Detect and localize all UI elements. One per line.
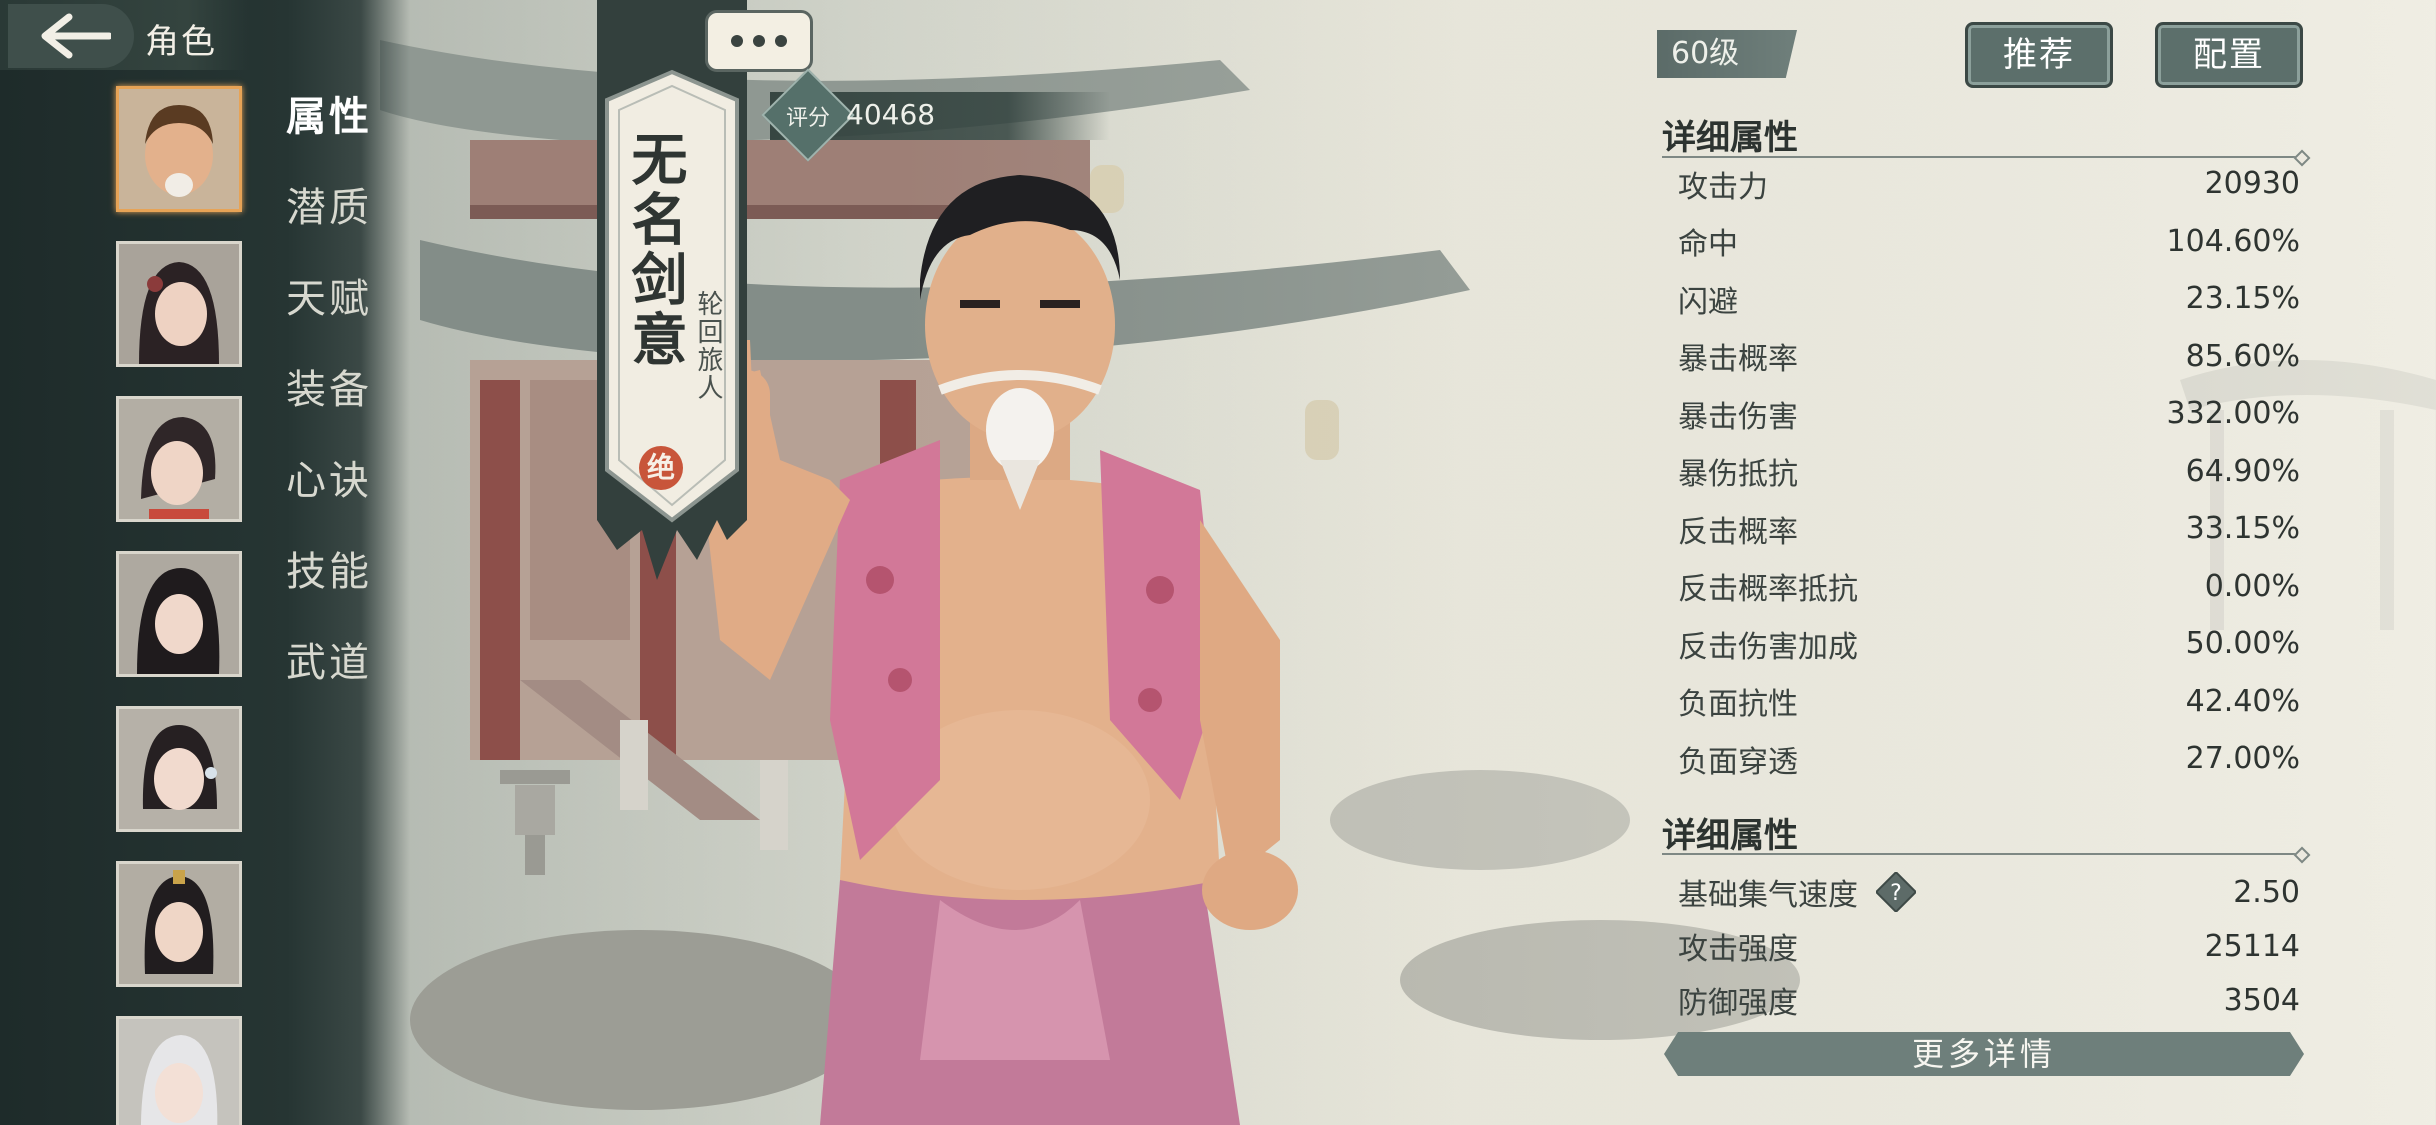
menu-item-skills[interactable]: 技能 bbox=[286, 547, 372, 638]
character-illustration bbox=[700, 175, 1298, 1125]
back-arrow-icon bbox=[41, 13, 111, 59]
character-portrait-4[interactable] bbox=[116, 551, 242, 677]
female-character-avatar-icon bbox=[119, 1019, 239, 1125]
ellipsis-icon bbox=[775, 35, 787, 47]
stat-value: 33.15% bbox=[2185, 511, 2300, 547]
svg-text:?: ? bbox=[1890, 881, 1902, 906]
stat-value: 20930 bbox=[2204, 166, 2300, 202]
stat-name: 负面抗性 bbox=[1678, 687, 1798, 723]
stat-name: 攻击强度 bbox=[1678, 932, 1798, 967]
stat-value: 85.60% bbox=[2185, 338, 2300, 374]
stat-value: 0.00% bbox=[2204, 568, 2300, 604]
character-portrait-7[interactable] bbox=[116, 1016, 242, 1125]
score-value: 40468 bbox=[846, 98, 936, 131]
male-character-avatar-icon bbox=[119, 864, 239, 984]
stat-name: 闪避 bbox=[1678, 284, 1738, 320]
menu-item-talent[interactable]: 天赋 bbox=[286, 274, 372, 365]
character-menu: 属性 潜质 天赋 装备 心诀 技能 武道 bbox=[286, 92, 372, 729]
stat-row: 闪避 23.15% bbox=[1662, 270, 2304, 328]
male-character-avatar-icon bbox=[119, 89, 239, 209]
recommend-button[interactable]: 推荐 bbox=[1965, 22, 2113, 88]
stat-row: 暴击概率 85.60% bbox=[1662, 328, 2304, 386]
ellipsis-icon bbox=[731, 35, 743, 47]
score-label: 评分 bbox=[785, 106, 830, 131]
chat-bubble-button[interactable] bbox=[705, 10, 813, 72]
stat-name: 反击伤害加成 bbox=[1678, 629, 1858, 665]
menu-item-mind-art[interactable]: 心诀 bbox=[286, 456, 372, 547]
stat-name: 攻击力 bbox=[1678, 169, 1768, 205]
section-title-detail-attributes-2: 详细属性 bbox=[1662, 816, 1798, 856]
female-character-avatar-icon bbox=[119, 399, 239, 519]
stat-name: 负面穿透 bbox=[1678, 744, 1798, 780]
stat-name: 防御强度 bbox=[1678, 986, 1798, 1021]
ellipsis-icon bbox=[753, 35, 765, 47]
stat-list-2: 基础集气速度 ? 2.50 攻击强度 25114 防御强度 3504 bbox=[1662, 865, 2304, 1027]
stat-name: 暴击概率 bbox=[1678, 342, 1798, 378]
character-portrait-2[interactable] bbox=[116, 241, 242, 367]
character-title: 轮回旅人 bbox=[693, 290, 723, 402]
character-portrait-1[interactable] bbox=[116, 86, 242, 212]
character-name: 无名剑意 bbox=[622, 130, 688, 370]
stat-value: 3504 bbox=[2223, 982, 2300, 1018]
stat-value: 23.15% bbox=[2185, 281, 2300, 317]
character-list bbox=[116, 86, 242, 1125]
stat-row: 攻击力 20930 bbox=[1662, 155, 2304, 213]
character-portrait-5[interactable] bbox=[116, 706, 242, 832]
stat-list: 攻击力 20930 命中 104.60% 闪避 23.15% 暴击概率 85.6… bbox=[1662, 155, 2304, 788]
female-character-avatar-icon bbox=[119, 244, 239, 364]
stat-row: 反击伤害加成 50.00% bbox=[1662, 615, 2304, 673]
character-portrait-6[interactable] bbox=[116, 861, 242, 987]
stat-value: 27.00% bbox=[2185, 741, 2300, 777]
section-divider bbox=[1662, 853, 2304, 855]
menu-item-equipment[interactable]: 装备 bbox=[286, 365, 372, 456]
help-icon[interactable]: ? bbox=[1874, 870, 1918, 914]
stat-name: 基础集气速度 bbox=[1678, 878, 1858, 913]
stat-name: 暴伤抵抗 bbox=[1678, 457, 1798, 493]
stat-row: 负面穿透 27.00% bbox=[1662, 730, 2304, 788]
stat-name: 暴击伤害 bbox=[1678, 399, 1798, 435]
config-button[interactable]: 配置 bbox=[2155, 22, 2303, 88]
back-button[interactable] bbox=[8, 4, 134, 68]
stat-value: 104.60% bbox=[2166, 223, 2300, 259]
stat-value: 2.50 bbox=[2233, 874, 2300, 910]
menu-item-martial-way[interactable]: 武道 bbox=[286, 638, 372, 729]
stat-name: 反击概率抵抗 bbox=[1678, 572, 1858, 608]
header-bar: 角色 bbox=[0, 0, 250, 70]
stat-value: 50.00% bbox=[2185, 626, 2300, 662]
stat-row: 命中 104.60% bbox=[1662, 213, 2304, 271]
stat-row: 反击概率抵抗 0.00% bbox=[1662, 558, 2304, 616]
character-portrait-3[interactable] bbox=[116, 396, 242, 522]
stat-row: 基础集气速度 ? 2.50 bbox=[1662, 865, 2304, 919]
page-title: 角色 bbox=[145, 22, 217, 62]
stat-name: 命中 bbox=[1678, 227, 1738, 263]
character-name-banner: 无名剑意 轮回旅人 绝 bbox=[597, 0, 747, 580]
stat-value: 64.90% bbox=[2185, 453, 2300, 489]
more-details-button[interactable]: 更多详情 bbox=[1664, 1032, 2304, 1076]
stat-row: 防御强度 3504 bbox=[1662, 973, 2304, 1027]
stat-row: 攻击强度 25114 bbox=[1662, 919, 2304, 973]
stat-row: 负面抗性 42.40% bbox=[1662, 673, 2304, 731]
stat-row: 暴伤抵抗 64.90% bbox=[1662, 443, 2304, 501]
stat-value: 25114 bbox=[2204, 928, 2300, 964]
stat-row: 暴击伤害 332.00% bbox=[1662, 385, 2304, 443]
section-title-detail-attributes: 详细属性 bbox=[1662, 118, 1798, 158]
female-character-avatar-icon bbox=[119, 709, 239, 829]
level-badge: 60级 bbox=[1657, 30, 1797, 78]
stat-name-wrap: 基础集气速度 ? bbox=[1678, 870, 1918, 914]
rarity-seal: 绝 bbox=[646, 451, 675, 484]
stat-row: 反击概率 33.15% bbox=[1662, 500, 2304, 558]
stat-name: 反击概率 bbox=[1678, 514, 1798, 550]
stat-value: 332.00% bbox=[2166, 396, 2300, 432]
stat-value: 42.40% bbox=[2185, 683, 2300, 719]
menu-item-attributes[interactable]: 属性 bbox=[286, 92, 372, 183]
menu-item-potential[interactable]: 潜质 bbox=[286, 183, 372, 274]
female-character-avatar-icon bbox=[119, 554, 239, 674]
